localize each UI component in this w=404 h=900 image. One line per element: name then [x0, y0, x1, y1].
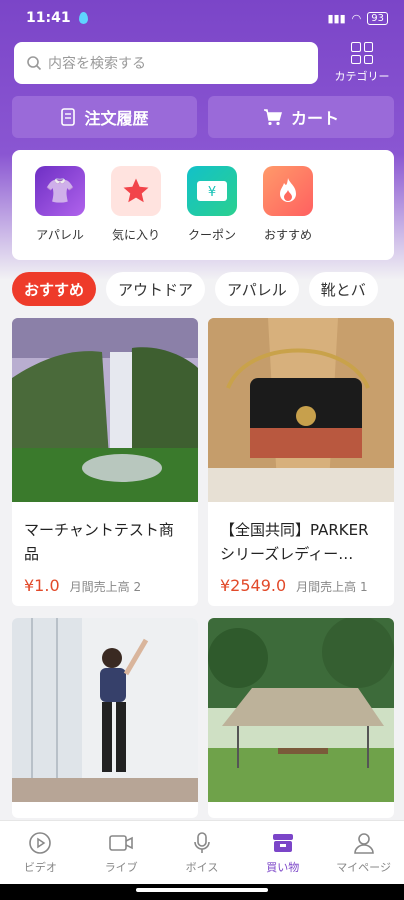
camera-icon: [109, 834, 133, 851]
product-card[interactable]: [12, 618, 198, 818]
coupon-icon: ¥: [187, 166, 237, 216]
home-indicator[interactable]: [136, 888, 268, 892]
order-history-button[interactable]: 注文履歴: [12, 96, 197, 138]
product-card[interactable]: 【全国共同】PARKER シリーズレディー… ¥2549.0 月間売上高 1: [208, 318, 394, 606]
product-price: ¥2549.0: [220, 576, 287, 595]
nav-voice[interactable]: ボイス: [162, 821, 243, 884]
clothing-icon: 👚: [35, 166, 85, 216]
tab-outdoor[interactable]: アウトドア: [106, 272, 206, 306]
product-title: 【全国共同】PARKER シリーズレディー…: [220, 521, 369, 563]
product-card[interactable]: マーチャントテスト商品 ¥1.0 月間売上高 2: [12, 318, 198, 606]
wifi-icon: ◠: [351, 11, 362, 25]
nav-mypage[interactable]: マイページ: [323, 821, 404, 884]
shop-icon: [272, 833, 293, 852]
cart-icon: [263, 109, 282, 126]
category-label: カテゴリー: [334, 70, 390, 83]
nav-label: ボイス: [185, 860, 219, 874]
category-tabs: おすすめ アウトドア アパレル 靴とバ: [12, 272, 404, 306]
quick-link-label: アパレル: [36, 228, 84, 242]
status-time: 11:41: [26, 10, 71, 26]
nav-video[interactable]: ビデオ: [0, 821, 81, 884]
signal-icon: ▮▮▮: [327, 11, 346, 25]
search-input[interactable]: 内容を検索する: [14, 42, 318, 84]
quick-link-recommend[interactable]: おすすめ: [250, 166, 326, 260]
product-image-handbag: [208, 318, 394, 502]
play-icon: [29, 831, 52, 854]
document-icon: [61, 108, 76, 126]
tab-shoes-bags[interactable]: 靴とバ: [308, 272, 378, 306]
nav-label: ライブ: [104, 860, 138, 874]
quick-link-favorites[interactable]: 気に入り: [98, 166, 174, 260]
status-bar: 11:41 ▮▮▮ ◠ 93: [0, 0, 404, 36]
bottom-navigation: ビデオ ライブ ボイス 買い物 マイページ: [0, 820, 404, 884]
search-icon: [27, 56, 42, 71]
order-history-label: 注文履歴: [84, 109, 149, 128]
quick-link-coupon[interactable]: ¥ クーポン: [174, 166, 250, 260]
product-title: マーチャントテスト商品: [24, 521, 174, 563]
tab-apparel[interactable]: アパレル: [215, 272, 299, 306]
user-icon: [353, 832, 374, 854]
quick-link-label: 気に入り: [111, 228, 160, 242]
product-image-sportswear: [12, 618, 198, 802]
quick-links: 👚 アパレル 気に入り ¥ クーポン おすすめ: [12, 150, 394, 260]
search-placeholder: 内容を検索する: [48, 56, 146, 72]
nav-label: マイページ: [336, 860, 391, 874]
nav-shopping[interactable]: 買い物: [242, 821, 323, 884]
flame-icon: [263, 166, 313, 216]
product-sold: 月間売上高 1: [296, 580, 368, 594]
quick-link-apparel[interactable]: 👚 アパレル: [22, 166, 98, 260]
system-home-bar: [0, 884, 404, 900]
battery-icon: 93: [367, 11, 388, 25]
product-card[interactable]: [208, 618, 394, 818]
mic-icon: [194, 831, 210, 853]
nav-label: 買い物: [266, 860, 300, 874]
quick-link-label: クーポン: [187, 228, 236, 242]
svg-text:¥: ¥: [208, 185, 216, 200]
product-price: ¥1.0: [24, 576, 60, 595]
product-image-tent: [208, 618, 394, 802]
product-image-waterfall: [12, 318, 198, 502]
nav-label: ビデオ: [23, 860, 57, 874]
nav-live[interactable]: ライブ: [81, 821, 162, 884]
quick-link-label: おすすめ: [263, 228, 312, 242]
star-icon: [111, 166, 161, 216]
category-button[interactable]: カテゴリー: [330, 42, 394, 86]
cart-label: カート: [290, 109, 339, 128]
cart-button[interactable]: カート: [208, 96, 394, 138]
tab-recommend[interactable]: おすすめ: [12, 272, 97, 306]
app-notification-icon: [78, 12, 88, 24]
product-sold: 月間売上高 2: [69, 580, 142, 594]
category-icon: [351, 42, 373, 64]
